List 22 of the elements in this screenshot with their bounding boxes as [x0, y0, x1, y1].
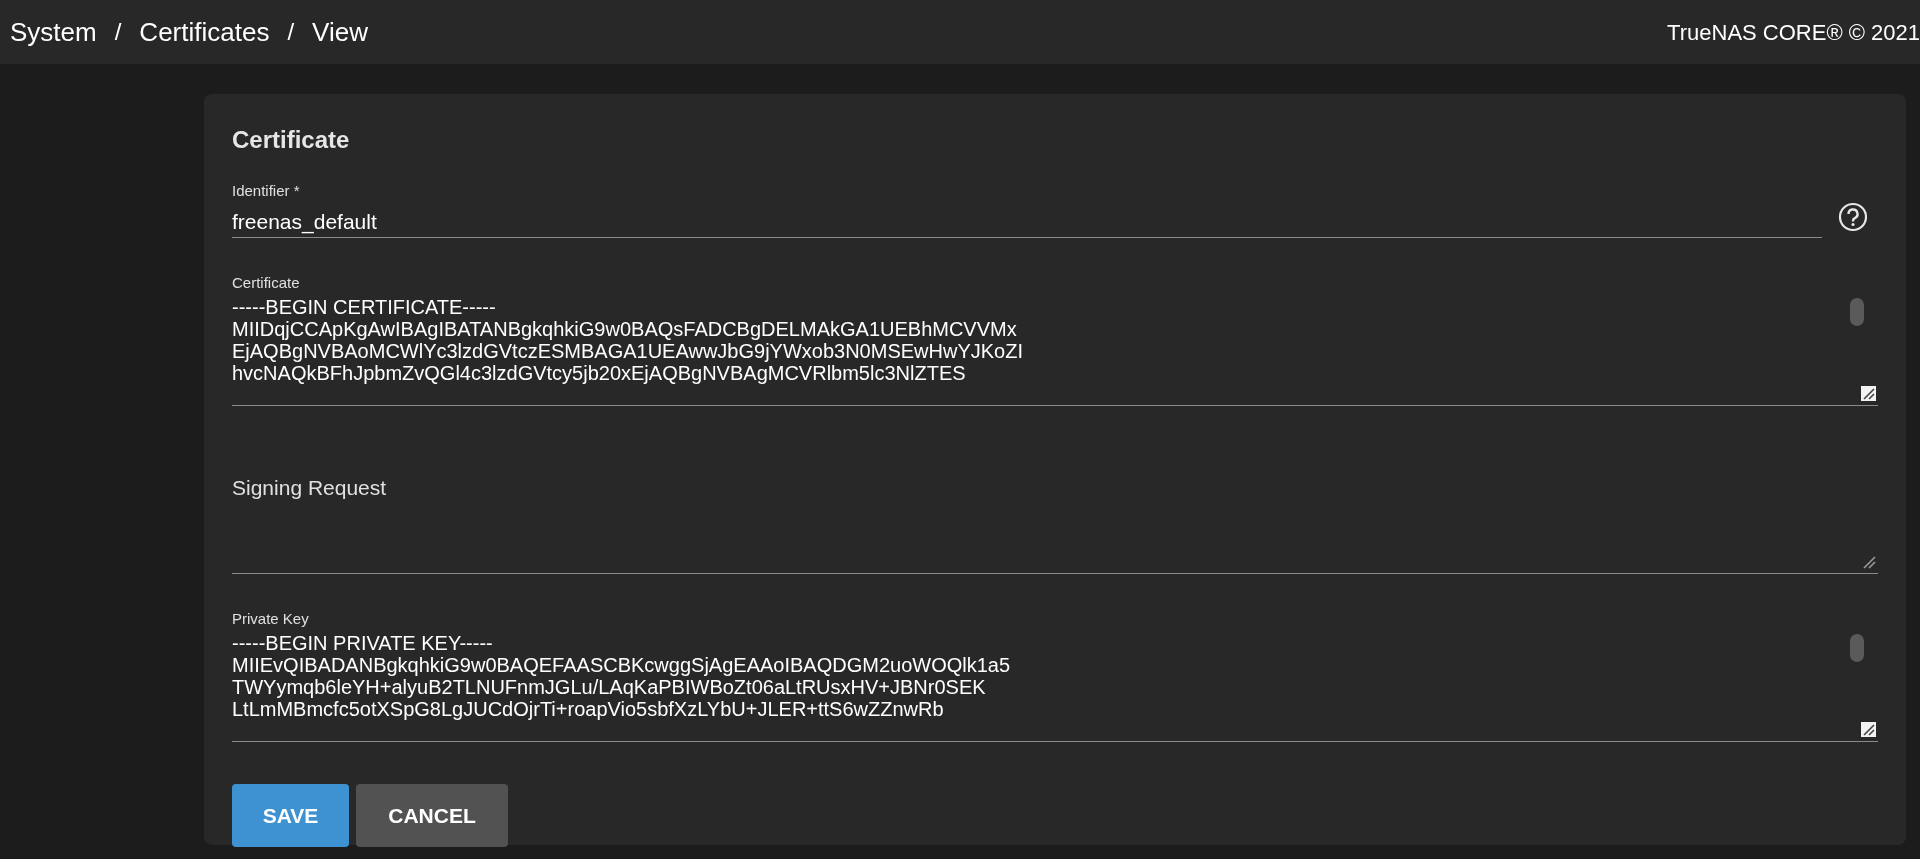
breadcrumb-link[interactable]: View [312, 12, 368, 52]
form-title: Certificate [232, 125, 351, 155]
resize-handle-icon[interactable] [1861, 722, 1876, 737]
breadcrumb-separator: / [114, 17, 122, 47]
field-label: Certificate [232, 273, 301, 293]
scrollbar-thumb[interactable] [1850, 634, 1864, 662]
cancel-button[interactable]: CANCEL [356, 784, 508, 847]
field-label: Private Key [232, 609, 310, 629]
breadcrumb-separator: / [287, 17, 295, 47]
field-label: Identifier * [232, 181, 301, 200]
textarea-text: -----BEGIN CERTIFICATE----- MIIDqjCCApKgAwIBAgIBATANBgkqhkiG9w0BAQsFADCBgDELMAkGA1UEBhMCVVMx EjAQBgNVBAoMCWlYc3lzdGVtczESMBAGA1UEAwwJbG9jYWxob3N0MSEwHwYJKoZI hvcNAQkBFhJpbmZvQGl4c3lzdGVtcy5jb20xEjAQBgNVBAgMCVRlbm5lc3NlZTES [232, 295, 1023, 384]
resize-handle-icon[interactable] [1861, 386, 1876, 401]
help-icon[interactable] [1838, 202, 1868, 232]
breadcrumb-link[interactable]: System [10, 12, 97, 52]
textarea-text: -----BEGIN PRIVATE KEY----- MIIEvQIBADANBgkqhkiG9w0BAQEFAASCBKcwggSjAgEAAoIBAQDGM2uoWOQlk1a5 TWYymqb6leYH+alyuB2TLNUFnmJGLu/LAqKaPBIWBoZt06aLtRUsxHV+JBNr0SEK LtLmMBmcfc5otXSpG8LgJUCdOjrTi+roapVio5sbfXzLYbU+JLER+ttS6wZZnwRb [232, 631, 1011, 720]
input-field[interactable]: freenas_default [232, 200, 1822, 238]
resize-handle-icon[interactable] [1863, 556, 1876, 569]
field-placeholder: Signing Request [232, 475, 387, 501]
scrollbar-thumb[interactable] [1850, 298, 1864, 326]
breadcrumb-link[interactable]: Certificates [139, 12, 270, 52]
product-label: TrueNAS CORE® © 2021 [1667, 18, 1920, 47]
textarea-field[interactable]: Signing Request [232, 462, 1878, 574]
